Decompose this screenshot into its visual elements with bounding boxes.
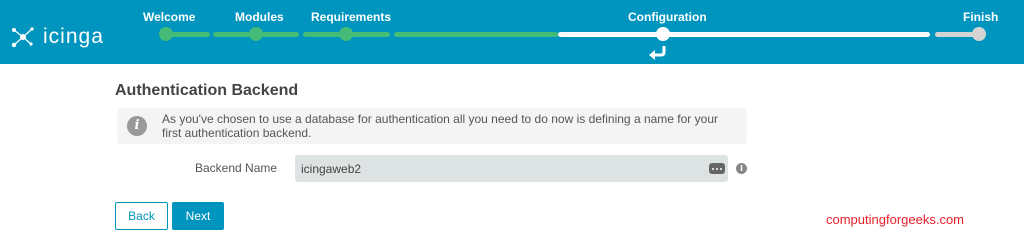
step-modules-label: Modules [235, 10, 284, 24]
icinga-logo-icon [11, 27, 34, 48]
info-icon: i [127, 116, 147, 136]
step-configuration-label: Configuration [628, 10, 707, 24]
progress-segment-configuration-todo [558, 32, 930, 37]
info-message-text: As you've chosen to use a database for a… [162, 112, 718, 140]
step-finish-label: Finish [963, 10, 999, 24]
help-icon[interactable]: i [736, 163, 747, 174]
header-bar: icinga Welcome Modules Requirements Conf… [0, 0, 1024, 64]
step-configuration-dot [656, 27, 670, 41]
step-requirements-dot [339, 27, 353, 41]
info-message: i As you've chosen to use a database for… [117, 108, 747, 144]
back-button[interactable]: Back [115, 202, 168, 230]
step-requirements-label: Requirements [311, 10, 392, 24]
watermark-text: computingforgeeks.com [826, 212, 965, 227]
progress-segment-configuration-done [394, 32, 558, 37]
step-modules-dot [249, 27, 263, 41]
backend-name-input[interactable] [295, 155, 728, 182]
step-finish-dot [972, 27, 986, 41]
next-button[interactable]: Next [172, 202, 224, 230]
return-arrow-icon [649, 46, 666, 60]
page-title: Authentication Backend [115, 82, 299, 99]
field-menu-icon[interactable] [709, 163, 725, 174]
brand-logo[interactable]: icinga [11, 25, 104, 48]
step-welcome-dot [159, 27, 173, 41]
brand-name: icinga [43, 25, 104, 48]
step-welcome-label: Welcome [143, 10, 196, 24]
backend-name-label: Backend Name [195, 161, 278, 175]
